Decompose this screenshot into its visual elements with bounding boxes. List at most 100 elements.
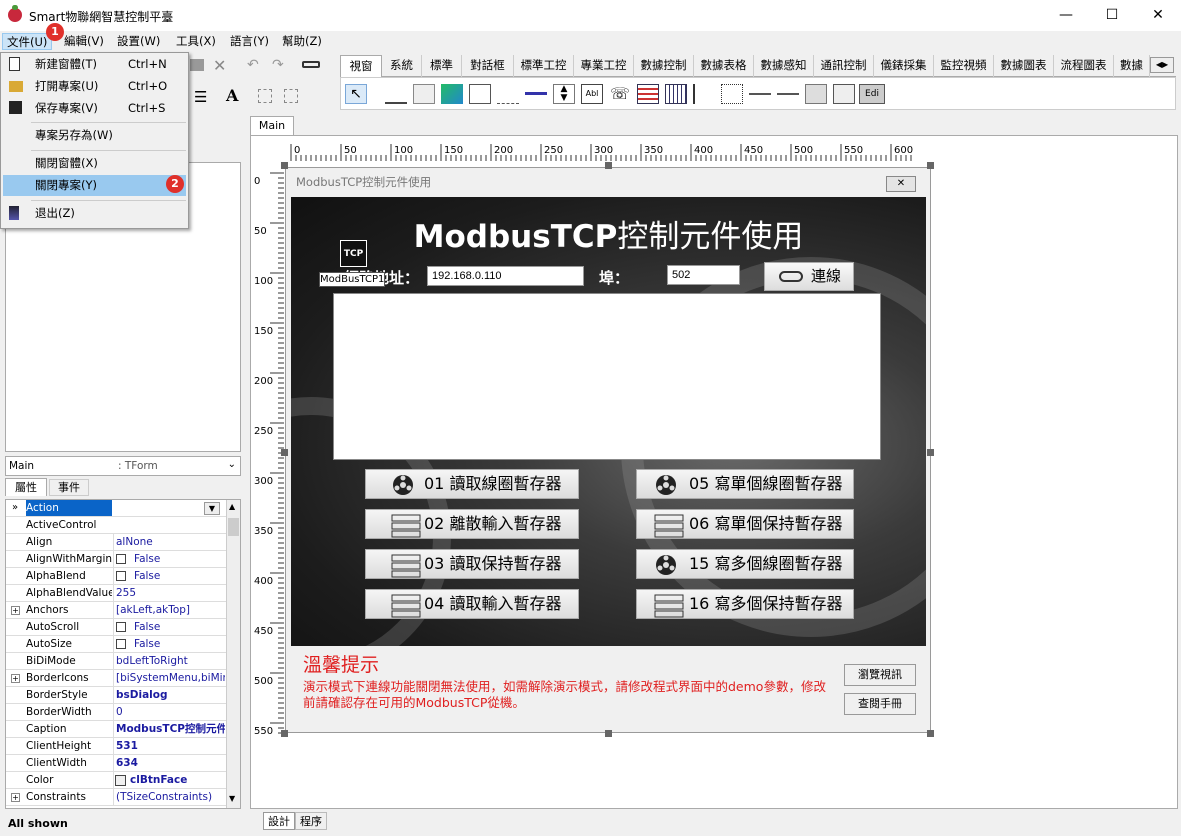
- tree-component-icon[interactable]: [693, 84, 715, 104]
- property-row[interactable]: ActiveControl: [6, 517, 226, 534]
- resize-handle[interactable]: [281, 162, 288, 169]
- menu-item-close-project[interactable]: 關閉專案(Y): [3, 175, 186, 196]
- memo-component-icon[interactable]: [469, 84, 491, 104]
- property-value[interactable]: alNone: [113, 534, 225, 550]
- menu-settings[interactable]: 設置(W): [113, 33, 164, 50]
- property-value[interactable]: bsDialog: [113, 687, 225, 703]
- resize-handle[interactable]: [605, 162, 612, 169]
- table-component-icon[interactable]: [665, 84, 687, 104]
- button-read-holding[interactable]: 03 讀取保持暫存器: [365, 549, 579, 579]
- resize-handle[interactable]: [281, 730, 288, 737]
- view-manual-button[interactable]: 查閱手冊: [844, 693, 916, 715]
- button-write-single-coil[interactable]: 05 寫單個線圈暫存器: [636, 469, 854, 499]
- paste-icon[interactable]: [190, 59, 204, 71]
- font-icon[interactable]: A: [226, 86, 238, 105]
- property-value[interactable]: 255: [113, 585, 225, 601]
- scroll-thumb[interactable]: [228, 518, 239, 536]
- resize-handle[interactable]: [281, 449, 288, 456]
- property-row[interactable]: AlphaBlend False: [6, 568, 226, 585]
- tab-data-more[interactable]: 數據: [1114, 55, 1150, 77]
- log-memo[interactable]: [333, 293, 881, 460]
- panel-component-icon[interactable]: [413, 84, 435, 104]
- tab-code[interactable]: 程序: [295, 812, 327, 830]
- tab-data-control[interactable]: 數據控制: [634, 55, 694, 77]
- spin-component-icon[interactable]: ▲ ▼: [553, 84, 575, 104]
- property-value[interactable]: 634: [113, 755, 225, 771]
- chart-component-icon[interactable]: [833, 84, 855, 104]
- menu-item-new-form[interactable]: 新建窗體(T) Ctrl+N: [3, 54, 186, 75]
- button-write-single-holding[interactable]: 06 寫單個保持暫存器: [636, 509, 854, 539]
- tab-design[interactable]: 設計: [263, 812, 295, 830]
- close-button[interactable]: ✕: [1135, 0, 1181, 31]
- tab-comm-control[interactable]: 通訊控制: [814, 55, 874, 77]
- tab-data-sensing[interactable]: 數據感知: [754, 55, 814, 77]
- inspector-scrollbar[interactable]: ▲ ▼: [226, 500, 240, 808]
- button-read-input-registers[interactable]: 04 讀取輸入暫存器: [365, 589, 579, 619]
- align-icon[interactable]: ☰: [194, 88, 207, 106]
- bar1-component-icon[interactable]: [749, 93, 771, 96]
- pointer-icon[interactable]: ↖: [345, 84, 367, 104]
- port-input[interactable]: [667, 265, 740, 285]
- tab-standard-industrial[interactable]: 標準工控: [514, 55, 574, 77]
- tab-video[interactable]: 監控視頻: [934, 55, 994, 77]
- redo-icon[interactable]: ↷: [272, 57, 284, 73]
- property-value[interactable]: [biSystemMenu,biMinim: [113, 670, 225, 686]
- property-row[interactable]: BorderStyle bsDialog: [6, 687, 226, 704]
- tab-main[interactable]: Main: [250, 116, 294, 136]
- property-row[interactable]: AutoScroll False: [6, 619, 226, 636]
- property-row[interactable]: BorderWidth 0: [6, 704, 226, 721]
- property-value[interactable]: 531: [113, 738, 225, 754]
- tab-instrument[interactable]: 儀錶採集: [874, 55, 934, 77]
- button-read-coils[interactable]: 01 讀取線圈暫存器: [365, 469, 579, 499]
- property-value[interactable]: False: [113, 568, 225, 584]
- property-value[interactable]: clBtnFace: [113, 772, 225, 788]
- expand-icon[interactable]: +: [11, 606, 20, 615]
- ip-input[interactable]: [427, 266, 584, 286]
- edit-box-component-icon[interactable]: Edi: [859, 84, 885, 104]
- tab-properties[interactable]: 屬性: [5, 478, 47, 496]
- tab-data-table[interactable]: 數據表格: [694, 55, 754, 77]
- resize-handle[interactable]: [927, 162, 934, 169]
- menu-item-save-as[interactable]: 專案另存為(W): [3, 125, 186, 146]
- menu-tools[interactable]: 工具(X): [172, 33, 220, 50]
- tab-flow-chart[interactable]: 流程圖表: [1054, 55, 1114, 77]
- progress-component-icon[interactable]: [525, 92, 547, 96]
- property-row[interactable]: AlignWithMargins False: [6, 551, 226, 568]
- label-component-icon[interactable]: [385, 84, 407, 104]
- menu-item-open-project[interactable]: 打開專案(U) Ctrl+O: [3, 76, 186, 97]
- grid-component-icon[interactable]: [637, 84, 659, 104]
- tab-scroll-arrows[interactable]: ◀▶: [1150, 57, 1174, 73]
- property-row[interactable]: + Constraints (TSizeConstraints): [6, 789, 226, 806]
- menu-item-exit[interactable]: 退出(Z): [3, 203, 186, 224]
- property-value[interactable]: (TSizeConstraints): [113, 789, 225, 805]
- undo-icon[interactable]: ↶: [247, 57, 259, 73]
- resize-handle[interactable]: [927, 449, 934, 456]
- text-component-icon[interactable]: Abl: [581, 84, 603, 104]
- property-value[interactable]: 0: [113, 704, 225, 720]
- tab-dialog[interactable]: 對話框: [462, 55, 514, 77]
- tab-window[interactable]: 視窗: [340, 55, 382, 77]
- menu-item-close-form[interactable]: 關閉窗體(X): [3, 153, 186, 174]
- ungroup-icon[interactable]: [284, 89, 298, 103]
- tab-events[interactable]: 事件: [49, 479, 89, 496]
- image-component-icon[interactable]: [441, 84, 463, 104]
- tab-system[interactable]: 系統: [382, 55, 422, 77]
- tcp-component-icon[interactable]: TCP: [340, 240, 367, 267]
- tab-data-chart[interactable]: 數據圖表: [994, 55, 1054, 77]
- property-value[interactable]: bdLeftToRight: [113, 653, 225, 669]
- bar2-component-icon[interactable]: [777, 93, 799, 96]
- speech-component-icon[interactable]: ☏: [609, 84, 631, 104]
- view-video-button[interactable]: 瀏覽視訊: [844, 664, 916, 686]
- property-row[interactable]: Caption ModbusTCP控制元件: [6, 721, 226, 738]
- delete-icon[interactable]: ✕: [213, 56, 226, 75]
- property-row[interactable]: BiDiMode bdLeftToRight: [6, 653, 226, 670]
- menu-edit[interactable]: 編輯(V): [60, 33, 108, 50]
- property-row[interactable]: AutoSize False: [6, 636, 226, 653]
- key-icon[interactable]: [302, 61, 320, 68]
- button-discrete-inputs[interactable]: 02 離散輸入暫存器: [365, 509, 579, 539]
- property-row[interactable]: + Anchors [akLeft,akTop]: [6, 602, 226, 619]
- expand-icon[interactable]: +: [11, 793, 20, 802]
- button-write-multiple-holding[interactable]: 16 寫多個保持暫存器: [636, 589, 854, 619]
- resize-handle[interactable]: [927, 730, 934, 737]
- group-icon[interactable]: [258, 89, 272, 103]
